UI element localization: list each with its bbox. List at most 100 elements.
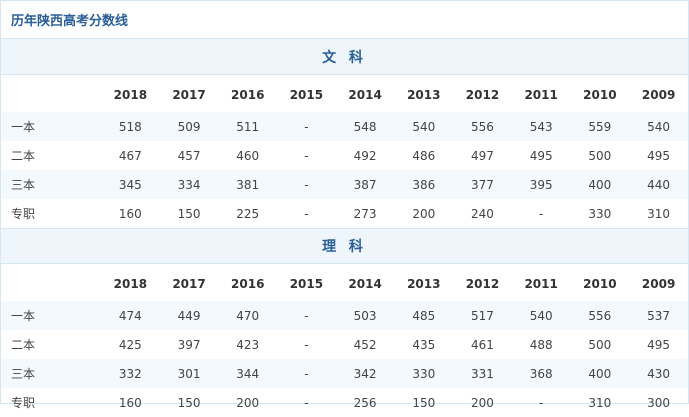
section-heading: 文 科: [1, 39, 688, 75]
score-cell: 518: [101, 112, 160, 141]
table-row: 三本 332 301 344-342 330 331 368 400 430: [1, 359, 688, 388]
year-header: 2015: [289, 276, 324, 291]
score-cell: 160: [118, 206, 142, 221]
year-header: 2016: [231, 276, 265, 291]
score-cell: 332: [101, 359, 160, 388]
score-cell: 200: [471, 395, 494, 410]
score-cell: 548: [335, 112, 395, 141]
year-header: 2017: [172, 276, 206, 291]
score-cell: 540: [511, 301, 571, 330]
row-label: 专职: [11, 396, 36, 410]
year-header: 2012: [465, 87, 500, 102]
year-header: 2010: [583, 276, 617, 291]
year-header: 2014: [348, 276, 382, 291]
year-header-row: 2018 2017 2016 2015 2014 2013 2012 2011 2010 2009: [1, 75, 688, 112]
score-cell: 150: [177, 206, 201, 221]
score-cell: 225: [236, 206, 260, 221]
year-header: 2009: [641, 87, 676, 102]
year-header: 2011: [524, 87, 558, 102]
year-header: 2017: [172, 87, 206, 102]
score-cell: 334: [159, 170, 219, 199]
score-cell: 330: [588, 206, 612, 221]
score-cell: -: [304, 148, 309, 163]
score-cell: -: [538, 395, 544, 410]
score-table: 2018 2017 2016 2015 2014 2013 2012 2011 2010 2009…: [1, 75, 688, 228]
score-cell: 381: [218, 170, 278, 199]
row-label: 二本: [11, 338, 36, 352]
score-cell: 150: [412, 395, 436, 410]
table-row: 二本 425 397 423 - 452 435 461 488 500 495: [1, 330, 688, 359]
score-cell: 423: [236, 337, 260, 352]
score-cell: 495: [647, 148, 671, 163]
score-cell: 540: [629, 112, 688, 141]
score-cell: 331: [453, 359, 512, 388]
year-header: 2012: [465, 276, 500, 291]
header-blank: [1, 75, 101, 112]
header-blank: [1, 264, 101, 301]
score-cell: 492: [353, 148, 377, 163]
score-cell: 386: [394, 170, 454, 199]
score-cell: -: [304, 337, 309, 352]
score-cell: 387: [335, 170, 395, 199]
score-cell: 440: [629, 170, 688, 199]
year-header: 2018: [113, 87, 148, 102]
score-cell: 344: [218, 359, 278, 388]
year-header-row: 2018 2017 2016 2015 2014 2013 2012 2011 2010 2009: [1, 264, 688, 301]
score-cell: -: [304, 395, 309, 410]
score-cell: 256: [353, 395, 377, 410]
score-cell: 467: [118, 148, 142, 163]
row-label: 三本: [1, 170, 101, 199]
score-cell: 500: [588, 148, 612, 163]
score-cell: 470: [218, 301, 278, 330]
score-cell: 240: [471, 206, 494, 221]
row-label: 一本: [1, 112, 101, 141]
table-row: 专职 160 150 225 - 273 200 240 - 330 310: [1, 199, 688, 228]
score-cell: 310: [647, 206, 671, 221]
score-cell: 330: [394, 359, 454, 388]
row-label: 三本: [1, 359, 101, 388]
score-cell: 509: [159, 112, 219, 141]
score-cell: 397: [177, 337, 201, 352]
year-header: 2015: [289, 87, 324, 102]
row-label: 一本: [1, 301, 101, 330]
score-cell: 160: [118, 395, 142, 410]
score-cell: -: [277, 170, 336, 199]
sections: 文 科 2018 2017 2016 2015 2014 2013 2012 2011 2010 2…: [1, 39, 688, 417]
score-cell: 495: [647, 337, 671, 352]
year-header: 2018: [113, 276, 148, 291]
score-cell: 485: [394, 301, 454, 330]
score-cell: 377: [453, 170, 512, 199]
score-cell: 449: [159, 301, 219, 330]
table-row: 专职 160 150 200 - 256 150 200 - 310 300: [1, 388, 688, 417]
table-row: 三本 345 334 381-387 386 377 395 400 440: [1, 170, 688, 199]
year-header: 2010: [583, 87, 617, 102]
score-cell: 559: [570, 112, 630, 141]
score-cell: 301: [159, 359, 219, 388]
year-header: 2016: [231, 87, 265, 102]
score-cell: -: [538, 206, 544, 221]
score-cell: 200: [236, 395, 260, 410]
score-cell: 345: [101, 170, 160, 199]
score-cell: 395: [511, 170, 571, 199]
score-cell: 503: [335, 301, 395, 330]
score-cell: 452: [353, 337, 377, 352]
score-cell: 511: [218, 112, 278, 141]
score-cell: -: [304, 206, 309, 221]
score-cell: 474: [101, 301, 160, 330]
score-cell: 430: [629, 359, 688, 388]
score-cell: 300: [647, 395, 671, 410]
score-cell: -: [277, 359, 336, 388]
row-label: 二本: [11, 149, 36, 163]
score-cell: 368: [511, 359, 571, 388]
section-heading: 理 科: [1, 228, 688, 264]
score-cell: 517: [453, 301, 512, 330]
score-cell: 310: [588, 395, 612, 410]
score-cell: 556: [453, 112, 512, 141]
score-cell: 556: [570, 301, 630, 330]
score-cell: 457: [177, 148, 201, 163]
table-row: 二本 467 457 460 - 492 486 497 495 500 495: [1, 141, 688, 170]
page-title: 历年陕西高考分数线: [1, 1, 688, 39]
score-cell: 200: [412, 206, 436, 221]
score-cell: -: [277, 112, 336, 141]
score-cell: 486: [412, 148, 436, 163]
